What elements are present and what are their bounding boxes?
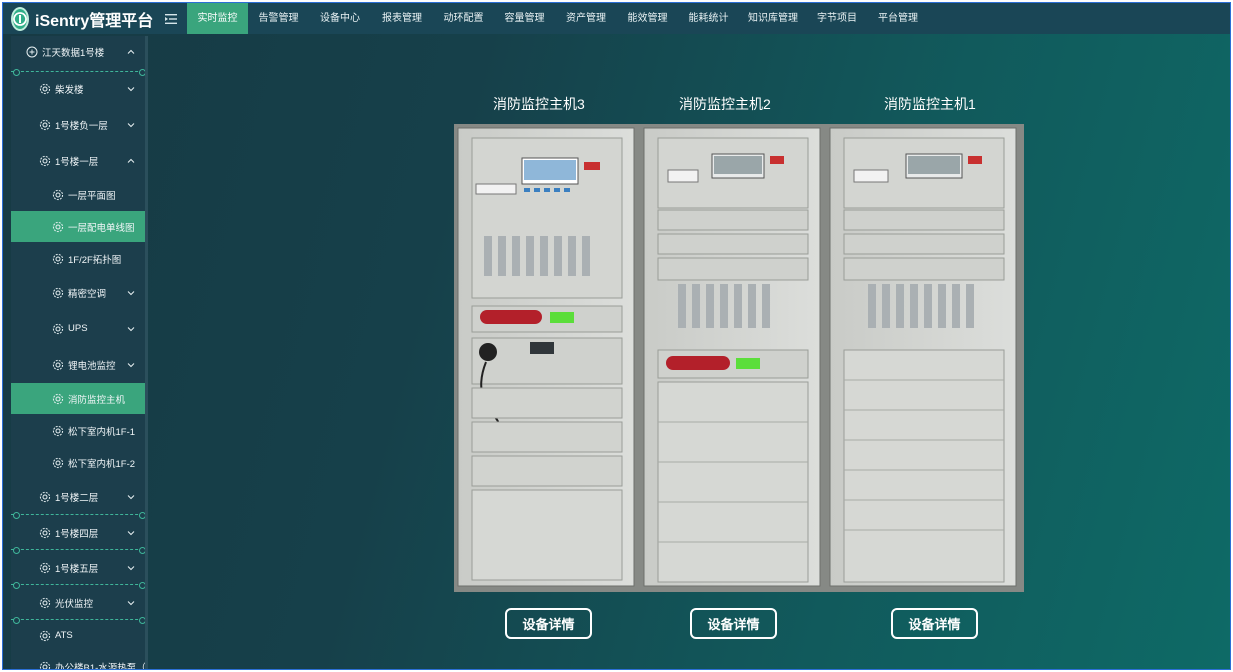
sidebar-item-label: 松下室内机1F-2 [68,458,136,470]
gear-icon [52,457,64,468]
sidebar-item-label: 光伏监控 [55,598,94,610]
sidebar-item-label: 锂电池监控 [68,360,116,372]
gear-icon [39,83,51,95]
main-nav: 实时监控 告警管理 设备中心 报表管理 动环配置 容量管理 资产管理 能效管理 … [187,3,929,34]
cabinet-1-graphic [829,127,1017,587]
sidebar-item-fire-monitor-host[interactable]: 消防监控主机 [11,383,145,414]
sidebar-item-office-b1-heat-pump[interactable]: 办公楼B1-水源热泵（ [11,652,146,670]
sidebar-item-building1-f2[interactable]: 1号楼二层 [11,479,145,514]
gear-icon [52,425,64,436]
nav-item-realtime-monitor[interactable]: 实时监控 [187,3,248,34]
gear-icon [39,155,51,166]
sidebar-item-pv-monitor[interactable]: 光伏监控 [11,585,145,620]
gear-icon [52,287,64,298]
chevron-down-icon [127,494,135,499]
sidebar-item-ups[interactable]: UPS [11,311,145,346]
sidebar: 江天数据1号楼 柴发楼 1号楼负一层 1号楼一层 一层平面图 一层配电单线图 1… [11,36,148,670]
nav-item-platform-management[interactable]: 平台管理 [867,3,929,34]
sidebar-item-floor1-plan[interactable]: 一层平面图 [11,179,145,210]
nav-item-alarm-management[interactable]: 告警管理 [248,3,309,34]
top-bar: iSentry管理平台 实时监控 告警管理 设备中心 报表管理 动环配置 容量管… [3,3,1230,34]
chevron-down-icon [127,290,135,295]
sidebar-item-label: 江天数据1号楼 [42,48,105,59]
sidebar-item-precision-ac[interactable]: 精密空调 [11,275,145,310]
sidebar-item-building1-f4[interactable]: 1号楼四层 [11,515,145,550]
gear-icon [52,323,64,334]
app-window: iSentry管理平台 实时监控 告警管理 设备中心 报表管理 动环配置 容量管… [2,2,1231,670]
nav-item-environment-config[interactable]: 动环配置 [433,3,494,34]
sidebar-item-label: ATS [55,630,73,641]
brand: iSentry管理平台 [3,6,154,31]
sidebar-item-label: 消防监控主机 [68,394,126,406]
nav-item-device-center[interactable]: 设备中心 [309,3,371,34]
cabinet-3-graphic [457,127,635,587]
building-icon [26,46,38,58]
cabinet-2-graphic [643,127,821,587]
gear-icon [52,221,64,232]
sidebar-item-label: UPS [68,323,88,334]
gear-icon [39,630,51,641]
sidebar-item-label: 精密空调 [68,288,107,300]
chevron-down-icon [127,600,135,605]
gear-icon [39,491,51,502]
cabinet-title-2: 消防监控主机2 [679,96,771,112]
sidebar-item-lithium-battery[interactable]: 锂电池监控 [11,347,145,382]
sidebar-item-floor1-single-line[interactable]: 一层配电单线图 [11,211,145,242]
cabinet-1-detail-button[interactable]: 设备详情 [891,608,978,639]
sidebar-item-label: 一层配电单线图 [68,222,135,234]
sidebar-item-label: 1号楼一层 [55,156,99,168]
menu-toggle-icon[interactable] [159,3,183,34]
sidebar-item-label: 办公楼B1-水源热泵（ [55,663,146,670]
nav-item-knowledge-base[interactable]: 知识库管理 [739,3,807,34]
cabinet-title-1: 消防监控主机1 [884,96,976,112]
gear-icon [39,527,51,538]
gear-icon [52,393,64,404]
sidebar-item-label: 1号楼负一层 [55,120,108,132]
sidebar-item-panasonic-indoor-2[interactable]: 松下室内机1F-2 [11,447,145,478]
gear-icon [39,661,51,669]
sidebar-item-building1-f5[interactable]: 1号楼五层 [11,550,145,585]
cabinet-3-detail-button[interactable]: 设备详情 [505,608,592,639]
gear-icon [52,359,64,370]
chevron-down-icon [127,362,135,367]
chevron-up-icon [127,158,135,163]
chevron-up-icon [127,49,135,54]
sidebar-item-1f2f-topology[interactable]: 1F/2F拓扑图 [11,243,145,274]
sidebar-item-jiangtian-building-1[interactable]: 江天数据1号楼 [11,36,145,68]
sidebar-item-ats[interactable]: ATS [11,620,145,651]
nav-item-bytedance-project[interactable]: 字节项目 [807,3,867,34]
gear-icon [39,562,51,573]
app-title: iSentry管理平台 [35,12,154,30]
sidebar-item-building1-b1[interactable]: 1号楼负一层 [11,107,145,142]
chevron-down-icon [127,326,135,331]
nav-item-asset-management[interactable]: 资产管理 [555,3,617,34]
sidebar-item-label: 1号楼四层 [55,528,99,540]
sidebar-item-label: 一层平面图 [68,190,116,202]
nav-item-energy-statistics[interactable]: 能耗统计 [678,3,739,34]
gear-icon [39,597,51,608]
fire-control-cabinets-image [454,124,1024,592]
cabinets-illustration [454,124,1024,592]
nav-item-capacity-management[interactable]: 容量管理 [494,3,555,34]
sidebar-item-label: 1号楼二层 [55,492,99,504]
cabinet-2-detail-button[interactable]: 设备详情 [690,608,777,639]
sidebar-item-label: 柴发楼 [55,85,84,96]
chevron-down-icon [127,87,135,92]
cabinet-title-3: 消防监控主机3 [493,96,585,112]
chevron-down-icon [127,565,135,570]
chevron-down-icon [127,122,135,127]
sidebar-item-building1-f1[interactable]: 1号楼一层 [11,143,145,178]
nav-item-energy-efficiency[interactable]: 能效管理 [617,3,678,34]
app-logo-icon [11,6,29,31]
sidebar-item-label: 松下室内机1F-1 [68,426,136,438]
sidebar-item-label: 1号楼五层 [55,563,99,575]
sidebar-item-panasonic-indoor-1[interactable]: 松下室内机1F-1 [11,415,145,446]
gear-icon [52,253,64,264]
nav-item-report-management[interactable]: 报表管理 [371,3,433,34]
gear-icon [52,189,64,200]
sidebar-item-diesel-building[interactable]: 柴发楼 [11,72,145,106]
sidebar-item-label: 1F/2F拓扑图 [68,254,122,266]
chevron-down-icon [127,530,135,535]
gear-icon [39,119,51,130]
